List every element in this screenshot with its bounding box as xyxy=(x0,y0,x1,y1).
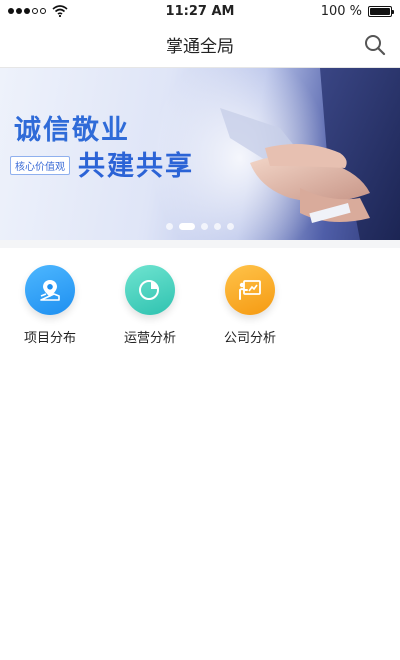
pie-chart-icon xyxy=(139,280,159,300)
carousel-dot[interactable] xyxy=(201,223,208,230)
search-icon[interactable] xyxy=(364,34,386,56)
carousel-dot[interactable] xyxy=(214,223,221,230)
map-pin-icon xyxy=(40,280,60,301)
promo-banner[interactable]: 诚信敬业 核心价值观 共建共享 xyxy=(0,68,400,240)
carousel-indicators[interactable] xyxy=(0,223,400,230)
carousel-dot[interactable] xyxy=(179,223,195,230)
battery-icon xyxy=(368,5,394,17)
menu-item-label: 项目分布 xyxy=(23,331,76,346)
banner-title: 诚信敬业 xyxy=(14,115,130,146)
icon-circle-orange xyxy=(225,265,275,315)
carousel-dot[interactable] xyxy=(227,223,234,230)
menu-item-project-distribution[interactable]: 项目分布 xyxy=(0,265,100,346)
signal-area xyxy=(8,5,68,17)
app-screen: 11:27 AM 100 % 掌通全局 诚信敬业 核心价值观 共建共享 项目分布… xyxy=(0,0,400,660)
main-content: 项目分布 运营分析 公司分析 xyxy=(0,248,400,660)
icon-circle-blue xyxy=(25,265,75,315)
handshake-image xyxy=(220,68,400,240)
status-bar: 11:27 AM 100 % xyxy=(0,0,400,22)
menu-item-company-analysis[interactable]: 公司分析 xyxy=(200,265,300,346)
cellular-signal-icon xyxy=(8,8,46,14)
wifi-icon xyxy=(52,5,68,17)
menu-item-label: 运营分析 xyxy=(123,331,176,346)
banner-tag: 核心价值观 xyxy=(10,156,70,175)
battery-fill xyxy=(370,7,390,15)
presentation-board-icon xyxy=(239,280,261,300)
menu-item-operations-analysis[interactable]: 运营分析 xyxy=(100,265,200,346)
battery-area: 100 % xyxy=(320,3,394,19)
nav-bar: 掌通全局 xyxy=(0,22,400,68)
menu-item-label: 公司分析 xyxy=(223,331,276,346)
icon-circle-teal xyxy=(125,265,175,315)
battery-percent: 100 % xyxy=(320,3,362,19)
banner-subtitle: 共建共享 xyxy=(78,151,194,182)
function-grid: 项目分布 运营分析 公司分析 xyxy=(0,248,400,346)
carousel-dot[interactable] xyxy=(166,223,173,230)
page-title: 掌通全局 xyxy=(166,37,234,57)
